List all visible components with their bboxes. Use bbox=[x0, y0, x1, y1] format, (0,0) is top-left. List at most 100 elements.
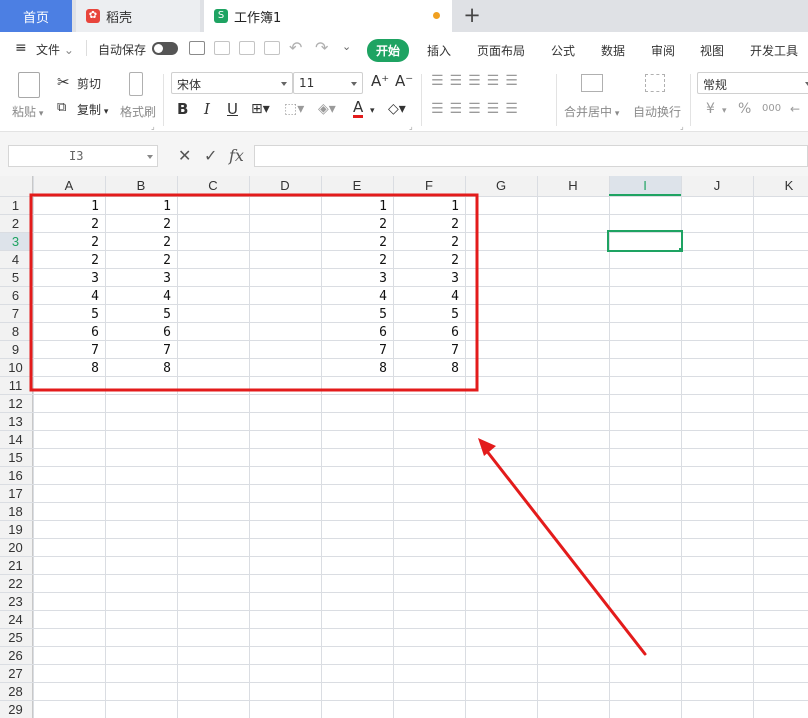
row-header-13[interactable]: 13 bbox=[8, 414, 22, 429]
menu-tab-developer[interactable]: 开发工具 bbox=[750, 42, 798, 59]
active-cell-outline[interactable] bbox=[607, 230, 683, 252]
cell-F3[interactable]: 2 bbox=[451, 235, 459, 250]
insert-function-icon[interactable]: fx bbox=[229, 146, 244, 165]
shrink-font-icon[interactable]: A⁻ bbox=[395, 72, 413, 90]
cell-A5[interactable]: 3 bbox=[91, 271, 99, 286]
row-header-15[interactable]: 15 bbox=[8, 450, 22, 465]
confirm-icon[interactable]: ✓ bbox=[204, 146, 217, 165]
row-header-20[interactable]: 20 bbox=[8, 540, 22, 555]
column-header-A[interactable]: A bbox=[65, 178, 74, 193]
cell-A9[interactable]: 7 bbox=[91, 343, 99, 358]
menu-tab-home[interactable]: 开始 bbox=[367, 39, 410, 62]
cell-F9[interactable]: 7 bbox=[451, 343, 459, 358]
cell-E1[interactable]: 1 bbox=[379, 199, 387, 214]
column-header-J[interactable]: J bbox=[714, 178, 721, 193]
cell-style-icon[interactable]: ⬚▾ bbox=[284, 100, 304, 118]
row-header-14[interactable]: 14 bbox=[8, 432, 22, 447]
cell-B4[interactable]: 2 bbox=[163, 253, 171, 268]
font-size-select[interactable]: 11 bbox=[293, 72, 363, 94]
cell-A3[interactable]: 2 bbox=[91, 235, 99, 250]
row-header-8[interactable]: 8 bbox=[12, 324, 19, 339]
merge-center-button[interactable]: 合并居中 ▾ bbox=[564, 103, 619, 120]
font-color-button[interactable]: A bbox=[353, 100, 364, 118]
undo-icon[interactable]: ↶ bbox=[289, 38, 302, 57]
menu-tab-page-layout[interactable]: 页面布局 bbox=[477, 42, 525, 59]
menu-file[interactable]: 文件 ⌄ bbox=[36, 41, 74, 58]
borders-icon[interactable]: ⊞▾ bbox=[251, 100, 270, 118]
cancel-icon[interactable]: ✕ bbox=[178, 146, 191, 165]
cell-A1[interactable]: 1 bbox=[91, 199, 99, 214]
thousands-button[interactable]: 000 bbox=[762, 100, 781, 118]
wrap-text-button[interactable]: 自动换行 bbox=[633, 103, 681, 120]
cell-E6[interactable]: 4 bbox=[379, 289, 387, 304]
column-header-E[interactable]: E bbox=[353, 178, 362, 193]
horizontal-align-icons[interactable]: ☰☰☰☰☰ bbox=[431, 100, 524, 118]
number-format-select[interactable]: 常规 bbox=[697, 72, 808, 94]
menu-tab-formulas[interactable]: 公式 bbox=[551, 42, 575, 59]
cell-E9[interactable]: 7 bbox=[379, 343, 387, 358]
bold-button[interactable]: B bbox=[177, 100, 188, 118]
quick-access-more-icon[interactable]: ⌄ bbox=[342, 40, 351, 53]
cell-A7[interactable]: 5 bbox=[91, 307, 99, 322]
clipboard-expand-icon[interactable]: ⌟ bbox=[151, 122, 155, 131]
currency-button[interactable]: ¥ bbox=[706, 100, 715, 118]
column-header-G[interactable]: G bbox=[496, 178, 506, 193]
cell-E10[interactable]: 8 bbox=[379, 361, 387, 376]
row-header-18[interactable]: 18 bbox=[8, 504, 22, 519]
cut-button[interactable]: 剪切 bbox=[77, 75, 101, 92]
tab-home[interactable]: 首页 bbox=[0, 0, 72, 32]
column-header-F[interactable]: F bbox=[425, 178, 433, 193]
row-header-19[interactable]: 19 bbox=[8, 522, 22, 537]
column-header-C[interactable]: C bbox=[208, 178, 217, 193]
currency-dropdown-icon[interactable]: ▾ bbox=[722, 102, 727, 120]
cell-A4[interactable]: 2 bbox=[91, 253, 99, 268]
row-header-24[interactable]: 24 bbox=[8, 612, 22, 627]
row-header-17[interactable]: 17 bbox=[8, 486, 22, 501]
worksheet-grid[interactable]: A B C D E F G H I J K 1 2 3 4 5 6 7 8 9 10 11 12 13 14 15 16 17 18 19… bbox=[0, 176, 808, 718]
format-painter-button[interactable]: 格式刷 bbox=[120, 103, 156, 120]
row-header-21[interactable]: 21 bbox=[8, 558, 22, 573]
formula-input[interactable] bbox=[254, 145, 808, 167]
menu-hamburger-icon[interactable]: ≡ bbox=[15, 40, 27, 56]
column-header-H[interactable]: H bbox=[568, 178, 577, 193]
fill-color-icon[interactable]: ◈▾ bbox=[318, 100, 336, 118]
cell-F8[interactable]: 6 bbox=[451, 325, 459, 340]
row-header-23[interactable]: 23 bbox=[8, 594, 22, 609]
row-header-6[interactable]: 6 bbox=[12, 288, 19, 303]
menu-tab-data[interactable]: 数据 bbox=[601, 42, 625, 59]
row-header-22[interactable]: 22 bbox=[8, 576, 22, 591]
cell-A6[interactable]: 4 bbox=[91, 289, 99, 304]
cell-B8[interactable]: 6 bbox=[163, 325, 171, 340]
column-header-K[interactable]: K bbox=[785, 178, 794, 193]
save-icon[interactable] bbox=[189, 41, 205, 55]
cell-F4[interactable]: 2 bbox=[451, 253, 459, 268]
cell-B6[interactable]: 4 bbox=[163, 289, 171, 304]
percent-button[interactable]: % bbox=[738, 100, 751, 118]
font-expand-icon[interactable]: ⌟ bbox=[409, 122, 413, 131]
underline-button[interactable]: U bbox=[227, 100, 238, 118]
name-box[interactable]: I3 bbox=[8, 145, 158, 167]
column-header-I[interactable]: I bbox=[643, 178, 647, 193]
column-header-B[interactable]: B bbox=[137, 178, 146, 193]
cell-F6[interactable]: 4 bbox=[451, 289, 459, 304]
new-tab-button[interactable]: + bbox=[460, 3, 484, 27]
cell-E4[interactable]: 2 bbox=[379, 253, 387, 268]
paste-button[interactable]: 粘贴 ▾ bbox=[12, 103, 43, 120]
menu-tab-view[interactable]: 视图 bbox=[700, 42, 724, 59]
cell-F7[interactable]: 5 bbox=[451, 307, 459, 322]
print-preview-icon[interactable] bbox=[264, 41, 280, 55]
cell-F5[interactable]: 3 bbox=[451, 271, 459, 286]
menu-tab-review[interactable]: 审阅 bbox=[651, 42, 675, 59]
cell-B1[interactable]: 1 bbox=[163, 199, 171, 214]
menu-tab-insert[interactable]: 插入 bbox=[427, 42, 451, 59]
column-header-D[interactable]: D bbox=[280, 178, 289, 193]
cell-F1[interactable]: 1 bbox=[451, 199, 459, 214]
clear-format-icon[interactable]: ◇▾ bbox=[388, 100, 406, 118]
row-header-1[interactable]: 1 bbox=[12, 198, 19, 213]
italic-button[interactable]: I bbox=[204, 100, 210, 118]
row-header-4[interactable]: 4 bbox=[12, 252, 19, 267]
cell-E3[interactable]: 2 bbox=[379, 235, 387, 250]
cell-E5[interactable]: 3 bbox=[379, 271, 387, 286]
cell-A2[interactable]: 2 bbox=[91, 217, 99, 232]
row-header-16[interactable]: 16 bbox=[8, 468, 22, 483]
